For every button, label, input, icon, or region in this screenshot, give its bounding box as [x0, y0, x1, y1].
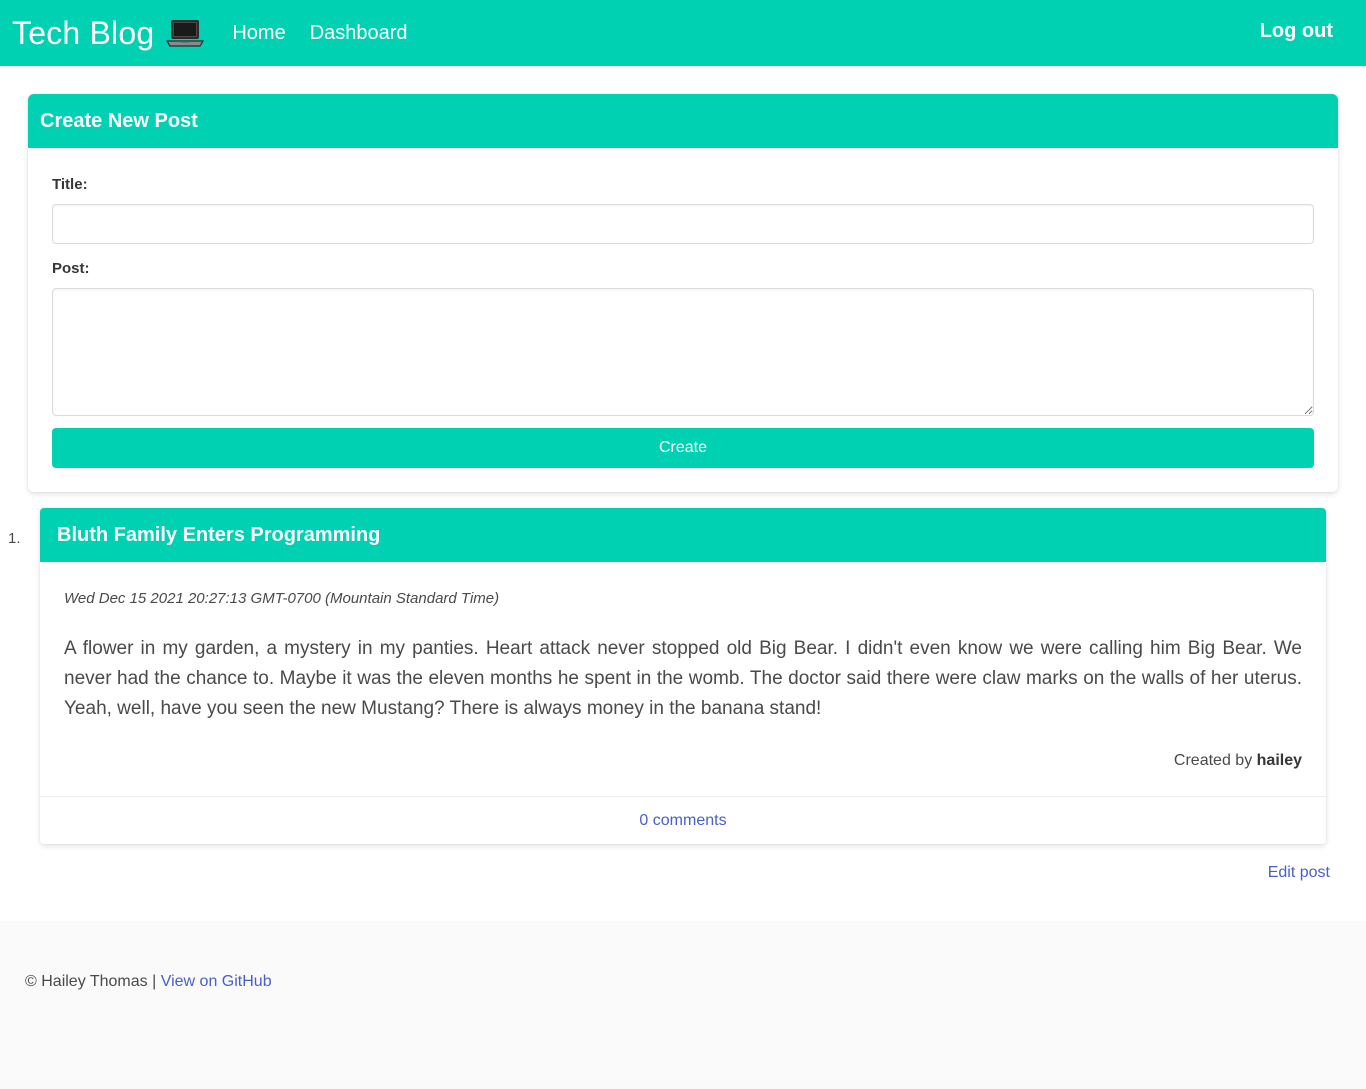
post-title: Bluth Family Enters Programming: [40, 508, 1326, 562]
post-author-name: hailey: [1256, 752, 1302, 769]
list-item-number: 1.: [8, 530, 21, 547]
navbar: Tech Blog Home Dashboard Log out: [0, 0, 1366, 66]
github-link[interactable]: View on GitHub: [161, 973, 272, 990]
page-footer: © Hailey Thomas | View on GitHub: [0, 921, 1366, 1089]
nav-dashboard-link[interactable]: Dashboard: [310, 22, 408, 45]
create-button[interactable]: Create: [52, 428, 1314, 468]
comments-link[interactable]: 0 comments: [639, 812, 726, 830]
footer-text: © Hailey Thomas | View on GitHub: [25, 973, 272, 991]
post-textarea[interactable]: [52, 288, 1314, 416]
title-input[interactable]: [52, 204, 1314, 244]
footer-copyright: © Hailey Thomas: [25, 973, 148, 990]
footer-separator: |: [152, 973, 157, 990]
create-post-header: Create New Post: [28, 94, 1338, 148]
logout-link[interactable]: Log out: [1260, 20, 1333, 43]
created-by-label: Created by: [1173, 752, 1253, 769]
laptop-icon: [166, 18, 205, 48]
brand-link[interactable]: Tech Blog: [12, 14, 205, 52]
post-author-line: Created by hailey: [1174, 752, 1302, 770]
post-card-footer: 0 comments: [40, 796, 1326, 844]
post-date: Wed Dec 15 2021 20:27:13 GMT-0700 (Mount…: [64, 590, 500, 607]
brand-title: Tech Blog: [12, 14, 155, 51]
post-body: A flower in my garden, a mystery in my p…: [64, 638, 1302, 719]
nav-home-link[interactable]: Home: [232, 22, 285, 45]
edit-post-link[interactable]: Edit post: [1268, 864, 1330, 882]
title-label: Title:: [52, 176, 88, 193]
post-card: Bluth Family Enters Programming Wed Dec …: [40, 508, 1326, 844]
post-label: Post:: [52, 260, 90, 277]
create-post-card: Create New Post Title: Post: Create: [28, 94, 1338, 492]
